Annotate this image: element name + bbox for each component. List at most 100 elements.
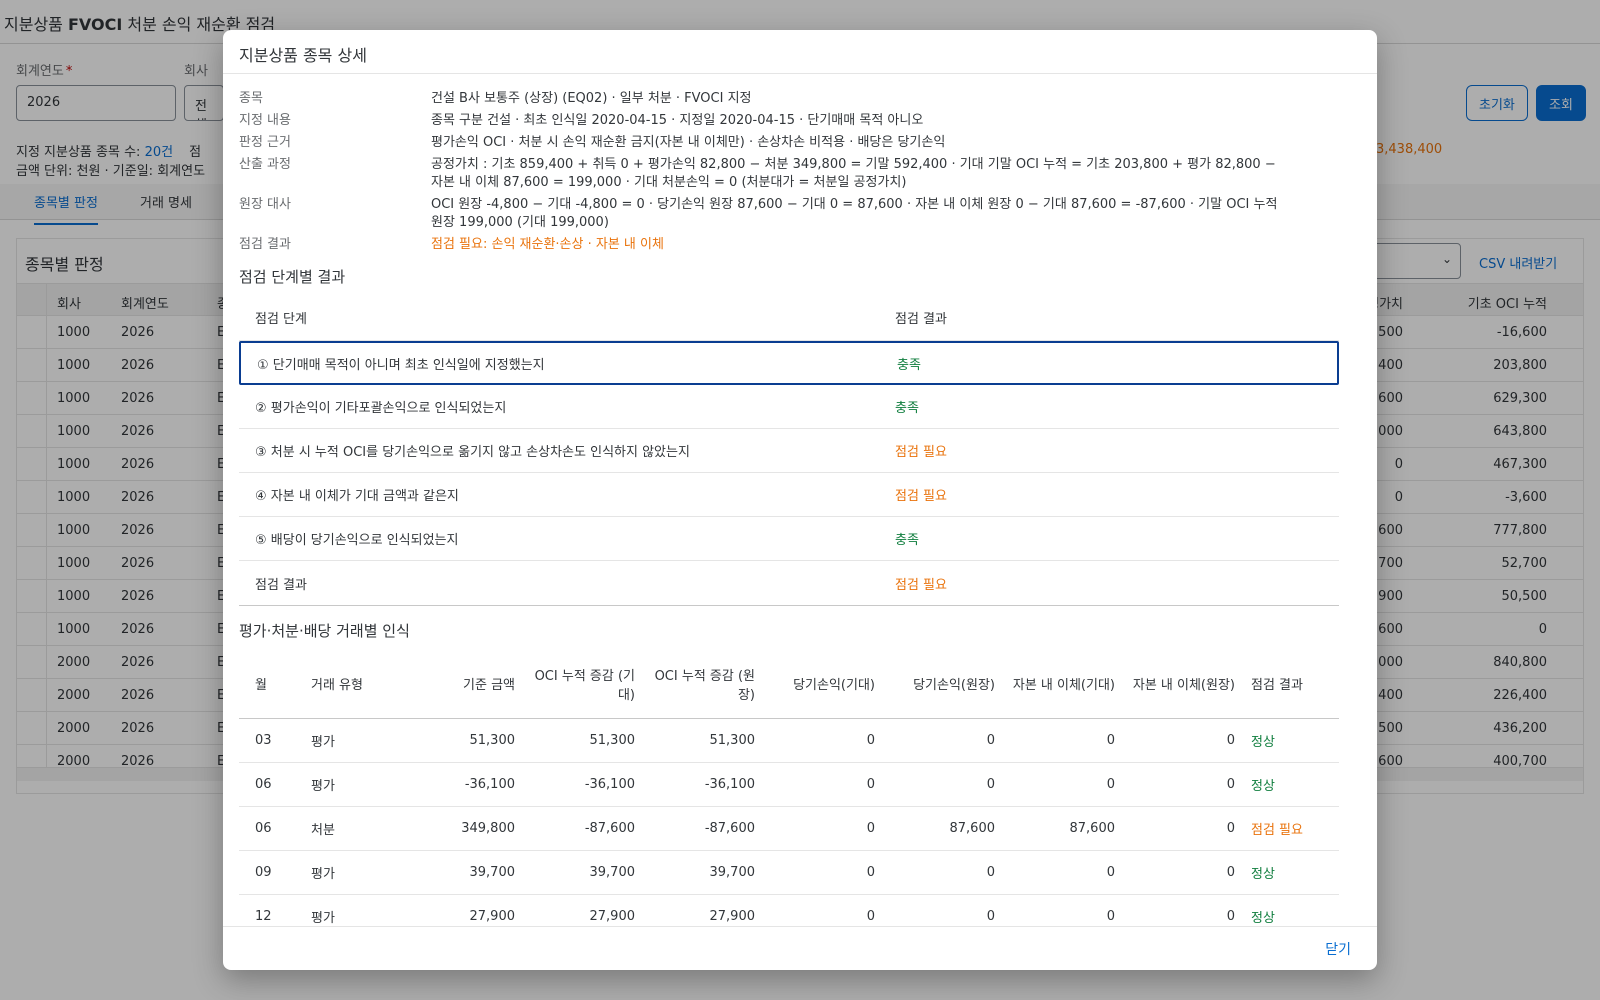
cell-tr-exp: 0 xyxy=(1106,865,1115,880)
cell-result: 정상 xyxy=(1251,867,1275,882)
cell-result: 정상 xyxy=(1251,911,1275,926)
cell-tr-led: 0 xyxy=(1226,909,1235,924)
tx-header-row: 월 거래 유형 기준 금액 OCI 누적 증감 (기대) OCI 누적 증감 (원장) 당… xyxy=(239,649,1339,719)
step-label: 점검 결과 xyxy=(255,577,307,593)
cell-month: 09 xyxy=(255,865,272,880)
cell-oci-led: -36,100 xyxy=(704,777,755,792)
step-result: 점검 필요 xyxy=(895,445,947,460)
cell-oci-exp: 39,700 xyxy=(589,865,636,880)
steps-header-row: 점검 단계 점검 결과 xyxy=(239,295,1339,341)
steps-section-title: 점검 단계별 결과 xyxy=(239,268,346,286)
tx-col-oci-expected: OCI 누적 증감 (기대) xyxy=(534,668,635,703)
step-label: ② 평가손익이 기타포괄손익으로 인식되었는지 xyxy=(255,401,507,416)
cell-base: 27,900 xyxy=(469,909,516,924)
cell-oci-exp: 51,300 xyxy=(589,733,636,748)
item-detail-dialog: 지분상품 종목 상세 종목 건설 B사 보통주 (상장) (EQ02) · 일부 … xyxy=(223,30,1377,970)
step-result: 충족 xyxy=(897,357,921,373)
tx-col-pl-expected: 당기손익(기대) xyxy=(793,678,875,693)
cell-pl-exp: 0 xyxy=(866,777,875,792)
steps-table: 점검 단계 점검 결과 ① 단기매매 목적이 아니며 최초 인식일에 지정했는지… xyxy=(239,295,1339,606)
cell-oci-led: -87,600 xyxy=(704,821,755,836)
tx-col-pl-ledger: 당기손익(원장) xyxy=(913,678,995,693)
step-row[interactable]: ② 평가손익이 기타포괄손익으로 인식되었는지 충족 xyxy=(239,385,1339,429)
cell-tr-led: 0 xyxy=(1226,865,1235,880)
cell-result: 정상 xyxy=(1251,735,1275,750)
info-label: 점검 결과 xyxy=(239,237,291,252)
tx-col-result: 점검 결과 xyxy=(1251,678,1303,693)
cell-pl-led: 0 xyxy=(986,865,995,880)
steps-col-step: 점검 단계 xyxy=(255,312,307,327)
cell-tr-exp: 0 xyxy=(1106,733,1115,748)
info-row: 판정 근거 평가손익 OCI · 처분 시 손익 재순환 금지(자본 내 이체만)… xyxy=(239,134,1361,152)
cell-pl-exp: 0 xyxy=(866,821,875,836)
tx-col-base: 기준 금액 xyxy=(463,678,515,693)
table-row[interactable]: 03 평가 51,300 51,300 51,300 0 0 0 0 정상 xyxy=(239,719,1339,763)
steps-col-result: 점검 결과 xyxy=(895,312,947,327)
cell-oci-exp: -36,100 xyxy=(584,777,635,792)
tx-col-type: 거래 유형 xyxy=(311,678,363,693)
info-value: 건설 B사 보통주 (상장) (EQ02) · 일부 처분 · FVOCI 지정 xyxy=(431,91,752,106)
cell-tr-led: 0 xyxy=(1226,821,1235,836)
step-result: 점검 필요 xyxy=(895,577,947,593)
dialog-footer: 닫기 xyxy=(223,926,1377,970)
info-row: 원장 대사 OCI 원장 -4,800 − 기대 -4,800 = 0 · 당기손… xyxy=(239,196,1361,232)
cell-pl-exp: 0 xyxy=(866,865,875,880)
cell-month: 03 xyxy=(255,733,272,748)
cell-oci-led: 27,900 xyxy=(709,909,756,924)
cell-tr-exp: 87,600 xyxy=(1069,821,1116,836)
cell-type: 평가 xyxy=(311,911,335,926)
cell-result: 정상 xyxy=(1251,779,1275,794)
cell-tr-led: 0 xyxy=(1226,733,1235,748)
cell-pl-led: 0 xyxy=(986,777,995,792)
info-value: 공정가치 : 기초 859,400 + 취득 0 + 평가손익 82,800 −… xyxy=(431,157,1276,190)
table-row[interactable]: 09 평가 39,700 39,700 39,700 0 0 0 0 정상 xyxy=(239,851,1339,895)
step-result: 점검 필요 xyxy=(895,489,947,504)
cell-type: 평가 xyxy=(311,867,335,882)
tx-col-oci-ledger: OCI 누적 증감 (원장) xyxy=(654,668,755,703)
info-row: 산출 과정 공정가치 : 기초 859,400 + 취득 0 + 평가손익 82,… xyxy=(239,156,1361,192)
step-result: 충족 xyxy=(895,401,919,416)
step-row[interactable]: 점검 결과 점검 필요 xyxy=(239,561,1339,605)
cell-pl-led: 87,600 xyxy=(949,821,996,836)
step-row[interactable]: ① 단기매매 목적이 아니며 최초 인식일에 지정했는지 충족 xyxy=(239,341,1339,385)
cell-pl-led: 0 xyxy=(986,909,995,924)
cell-oci-led: 39,700 xyxy=(709,865,756,880)
info-label: 산출 과정 xyxy=(239,157,291,172)
info-block: 종목 건설 B사 보통주 (상장) (EQ02) · 일부 처분 · FVOCI … xyxy=(239,90,1361,254)
dialog-body: 종목 건설 B사 보통주 (상장) (EQ02) · 일부 처분 · FVOCI … xyxy=(223,74,1377,926)
table-row[interactable]: 06 평가 -36,100 -36,100 -36,100 0 0 0 0 정상 xyxy=(239,763,1339,807)
step-row[interactable]: ③ 처분 시 누적 OCI를 당기손익으로 옮기지 않고 손상차손도 인식하지 … xyxy=(239,429,1339,473)
cell-type: 평가 xyxy=(311,779,335,794)
info-row: 지정 내용 종목 구분 건설 · 최초 인식일 2020-04-15 · 지정일 … xyxy=(239,112,1361,130)
cell-tr-exp: 0 xyxy=(1106,777,1115,792)
cell-base: 39,700 xyxy=(469,865,516,880)
cell-month: 12 xyxy=(255,909,272,924)
cell-base: 349,800 xyxy=(461,821,515,836)
step-row[interactable]: ④ 자본 내 이체가 기대 금액과 같은지 점검 필요 xyxy=(239,473,1339,517)
cell-pl-exp: 0 xyxy=(866,909,875,924)
tx-col-month: 월 xyxy=(255,678,267,693)
cell-tr-led: 0 xyxy=(1226,777,1235,792)
dialog-title: 지분상품 종목 상세 xyxy=(223,30,1377,74)
cell-type: 처분 xyxy=(311,823,335,838)
tx-section-title: 평가·처분·배당 거래별 인식 xyxy=(239,622,410,640)
close-button[interactable]: 닫기 xyxy=(1325,939,1351,959)
cell-base: -36,100 xyxy=(464,777,515,792)
step-label: ① 단기매매 목적이 아니며 최초 인식일에 지정했는지 xyxy=(257,357,545,373)
cell-base: 51,300 xyxy=(469,733,516,748)
step-label: ⑤ 배당이 당기손익으로 인식되었는지 xyxy=(255,533,459,548)
cell-oci-led: 51,300 xyxy=(709,733,756,748)
tx-col-transfer-expected: 자본 내 이체(기대) xyxy=(1012,678,1115,693)
info-label: 종목 xyxy=(239,91,263,106)
info-value: 종목 구분 건설 · 최초 인식일 2020-04-15 · 지정일 2020-… xyxy=(431,113,924,128)
table-row[interactable]: 06 처분 349,800 -87,600 -87,600 0 87,600 87,600 0 점… xyxy=(239,807,1339,851)
info-row: 종목 건설 B사 보통주 (상장) (EQ02) · 일부 처분 · FVOCI … xyxy=(239,90,1361,108)
tx-col-transfer-ledger: 자본 내 이체(원장) xyxy=(1132,678,1235,693)
table-row[interactable]: 12 평가 27,900 27,900 27,900 0 0 0 0 정상 xyxy=(239,895,1339,926)
cell-month: 06 xyxy=(255,777,272,792)
info-value: 평가손익 OCI · 처분 시 손익 재순환 금지(자본 내 이체만) · 손상… xyxy=(431,135,946,150)
info-label: 판정 근거 xyxy=(239,135,291,150)
cell-oci-exp: 27,900 xyxy=(589,909,636,924)
step-result: 충족 xyxy=(895,533,919,548)
step-row[interactable]: ⑤ 배당이 당기손익으로 인식되었는지 충족 xyxy=(239,517,1339,561)
